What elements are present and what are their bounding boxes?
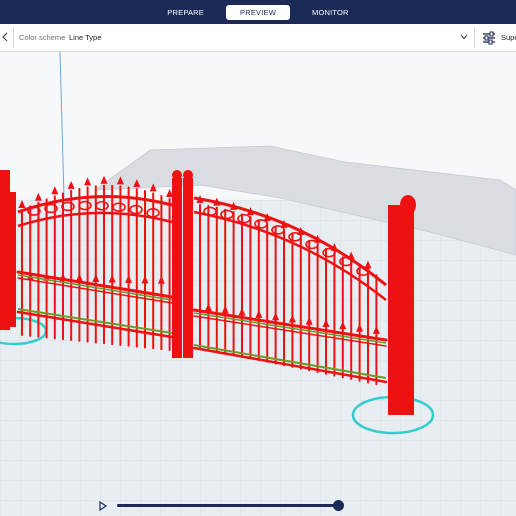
layer-slider-track[interactable] [117,504,339,507]
tab-prepare[interactable]: PREPARE [153,5,218,20]
layer-slider-handle[interactable] [333,500,344,511]
gate-post [172,178,182,358]
stage-bar: PREPARE PREVIEW MONITOR [0,0,516,24]
post-cap [172,170,182,180]
divider [474,28,475,48]
print-settings-button[interactable]: Supe [476,28,516,48]
build-plate-viewport[interactable] [0,52,516,516]
layer-timeline [98,498,368,514]
tab-preview[interactable]: PREVIEW [226,4,290,20]
play-icon[interactable] [98,501,108,511]
gate-post [401,210,414,415]
post-cap [183,170,193,180]
gate-post [8,192,16,327]
view-toolbar: Color scheme Line Type Supe [0,24,516,52]
gate-post [388,205,402,415]
settings-label: Supe [501,33,516,42]
color-scheme-label: Color scheme [19,33,66,42]
gate-post [183,178,193,358]
color-scheme-value: Line Type [69,33,102,42]
divider [13,28,14,48]
chevron-down-icon [460,34,468,40]
chevron-left-icon[interactable] [1,32,9,42]
color-scheme-select[interactable]: Line Type [66,28,472,47]
sliders-icon [483,31,495,45]
tab-monitor[interactable]: MONITOR [298,5,363,20]
